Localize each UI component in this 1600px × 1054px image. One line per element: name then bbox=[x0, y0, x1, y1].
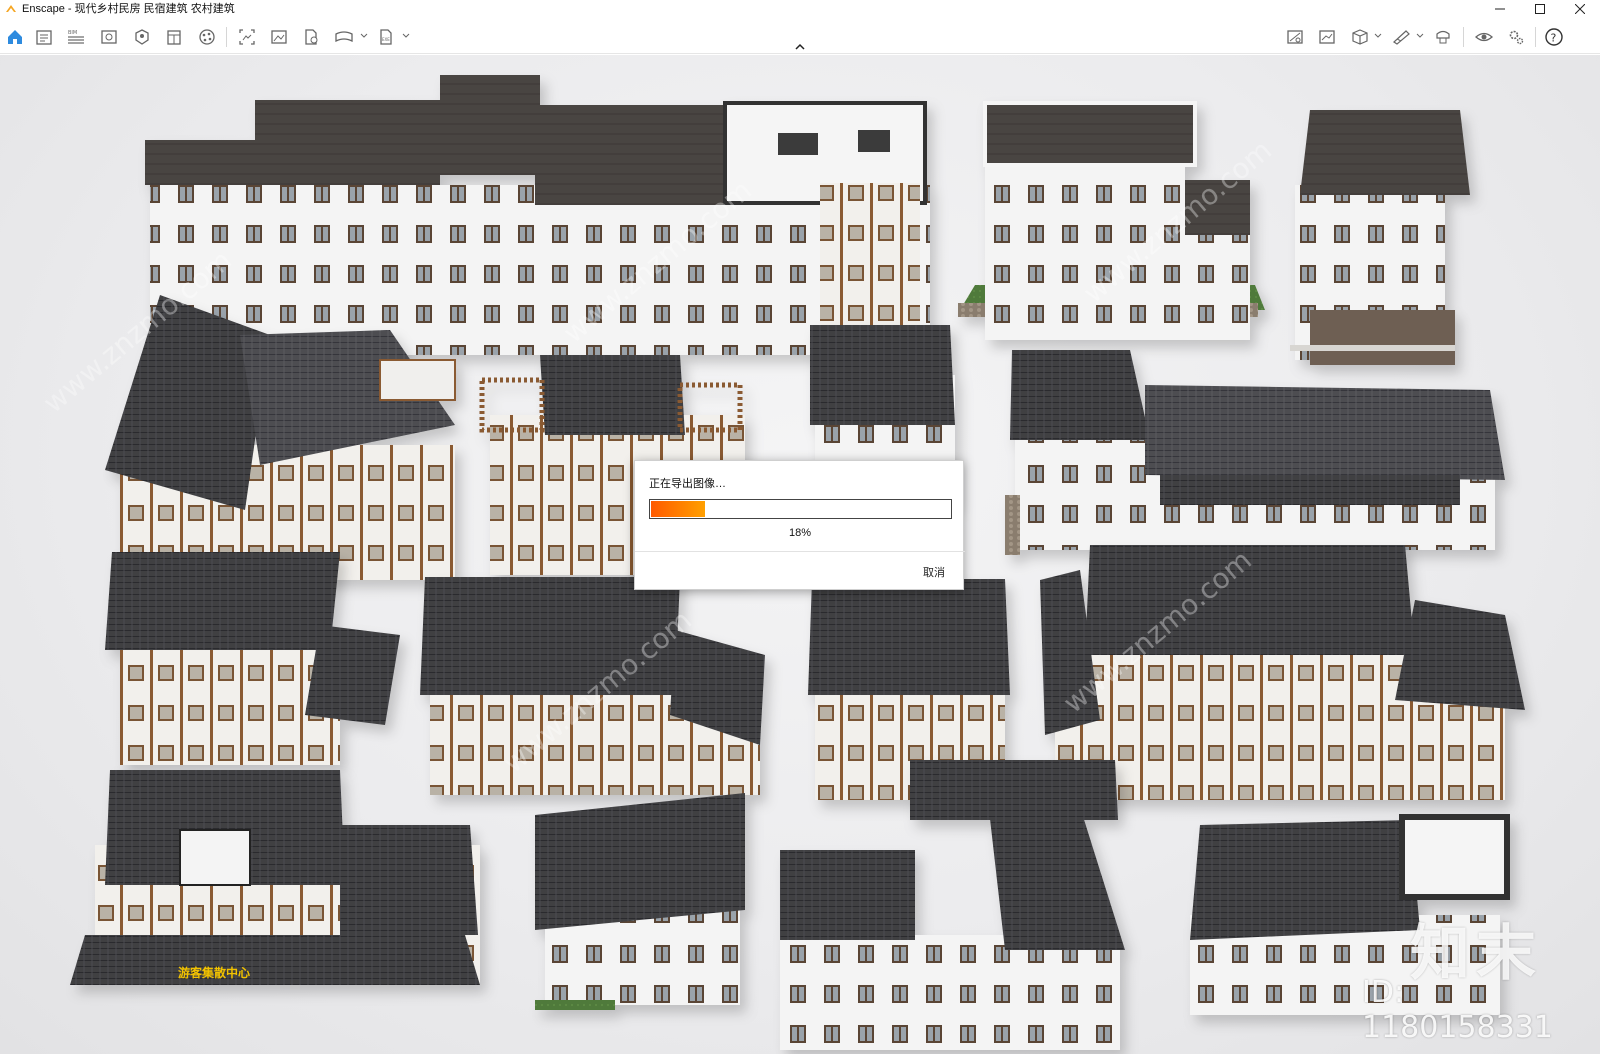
sketch-mode-button[interactable] bbox=[1390, 26, 1412, 48]
bim-label: BIM bbox=[68, 30, 77, 36]
visitor-center-sign: 游客集散中心 bbox=[178, 965, 250, 980]
export-progress-dialog: 正在导出图像… 18% 取消 bbox=[634, 460, 965, 590]
toolbar-separator bbox=[1535, 27, 1536, 47]
batch-render-button[interactable] bbox=[268, 26, 290, 48]
settings-icon bbox=[1509, 30, 1524, 45]
dialog-divider bbox=[635, 551, 965, 552]
collapse-toolbar-chevron-icon[interactable] bbox=[793, 42, 807, 52]
bim-icon: BIM bbox=[68, 30, 84, 44]
visual-settings-icon bbox=[1319, 30, 1335, 44]
building-hip-roof-house bbox=[535, 793, 745, 1010]
help-button[interactable]: ? bbox=[1543, 26, 1565, 48]
title-bar: Enscape - 现代乡村民房 民宿建筑 农村建筑 bbox=[0, 0, 1600, 18]
progress-percent-text: 18% bbox=[788, 527, 812, 539]
window-title: Enscape - 现代乡村民房 民宿建筑 农村建筑 bbox=[22, 3, 235, 15]
building-modern-villa bbox=[958, 101, 1265, 340]
progress-fill bbox=[651, 501, 705, 517]
home-button[interactable] bbox=[4, 26, 26, 48]
atmosphere-icon bbox=[199, 29, 215, 45]
maximize-button[interactable] bbox=[1520, 0, 1560, 18]
chevron-down-icon bbox=[1374, 33, 1382, 38]
toolbar-separator bbox=[226, 27, 227, 47]
views-button[interactable] bbox=[98, 26, 120, 48]
svg-text:?: ? bbox=[1551, 32, 1557, 45]
exe-export-icon: EXE bbox=[380, 29, 392, 45]
building-terrace-row bbox=[145, 75, 930, 355]
vr-headset-button[interactable] bbox=[1284, 26, 1306, 48]
maximize-icon bbox=[1535, 4, 1545, 14]
panorama-dropdown-caret[interactable] bbox=[360, 32, 368, 40]
settings-button[interactable] bbox=[1505, 26, 1527, 48]
dialog-title: 正在导出图像… bbox=[649, 478, 726, 490]
views-icon bbox=[101, 30, 117, 44]
watermark-id: ID: 1180158331 bbox=[1362, 975, 1553, 1045]
feedback-icon bbox=[1436, 30, 1450, 44]
material-editor-icon bbox=[167, 30, 181, 45]
screenshot-button[interactable] bbox=[236, 26, 258, 48]
cube-view-button[interactable] bbox=[1349, 26, 1371, 48]
cube-view-dropdown-caret[interactable] bbox=[1374, 32, 1382, 40]
site-context-icon bbox=[135, 29, 149, 45]
eye-visibility-icon bbox=[1475, 32, 1493, 42]
screenshot-icon bbox=[239, 29, 255, 45]
cancel-button[interactable]: 取消 bbox=[923, 564, 945, 580]
exe-export-button[interactable]: EXE bbox=[375, 26, 397, 48]
enscape-logo-icon bbox=[6, 5, 16, 12]
bim-button[interactable]: BIM bbox=[65, 26, 87, 48]
chevron-down-icon bbox=[1416, 33, 1424, 38]
minimize-button[interactable] bbox=[1480, 0, 1520, 18]
building-tile-house-1 bbox=[105, 552, 400, 765]
chevron-down-icon bbox=[360, 33, 368, 38]
minimize-icon bbox=[1495, 8, 1505, 10]
sketch-mode-icon bbox=[1393, 30, 1410, 45]
cube-view-icon bbox=[1352, 29, 1368, 45]
asset-library-icon bbox=[36, 30, 52, 45]
window-controls bbox=[1480, 0, 1600, 18]
atmosphere-button[interactable] bbox=[196, 26, 218, 48]
building-visitor-center: 游客集散中心 bbox=[70, 770, 480, 985]
export-progress-bar bbox=[649, 499, 952, 519]
panorama-button[interactable] bbox=[333, 26, 355, 48]
building-gable-house-l bbox=[780, 760, 1125, 1050]
building-long-veranda-house bbox=[1005, 350, 1505, 555]
eye-visibility-button[interactable] bbox=[1473, 26, 1495, 48]
exe-label: EXE bbox=[382, 37, 390, 42]
site-context-button[interactable] bbox=[131, 26, 153, 48]
sketch-mode-dropdown-caret[interactable] bbox=[1416, 32, 1424, 40]
visual-settings-button[interactable] bbox=[1316, 26, 1338, 48]
chevron-down-icon bbox=[402, 33, 410, 38]
home-icon bbox=[8, 30, 22, 44]
material-editor-button[interactable] bbox=[163, 26, 185, 48]
feedback-button[interactable] bbox=[1432, 26, 1454, 48]
building-small-villa bbox=[1295, 110, 1470, 365]
close-button[interactable] bbox=[1560, 0, 1600, 18]
toolbar: BIM EXE ? bbox=[0, 18, 1600, 54]
building-tile-house-2 bbox=[420, 577, 765, 795]
help-icon: ? bbox=[1545, 28, 1563, 46]
export-button[interactable] bbox=[300, 26, 322, 48]
export-icon bbox=[305, 29, 318, 45]
close-icon bbox=[1575, 4, 1585, 14]
asset-library-button[interactable] bbox=[33, 26, 55, 48]
panorama-icon bbox=[335, 31, 353, 43]
toolbar-separator bbox=[1463, 27, 1464, 47]
vr-headset-icon bbox=[1287, 30, 1303, 44]
batch-render-icon bbox=[271, 30, 287, 44]
exe-dropdown-caret[interactable] bbox=[402, 32, 410, 40]
